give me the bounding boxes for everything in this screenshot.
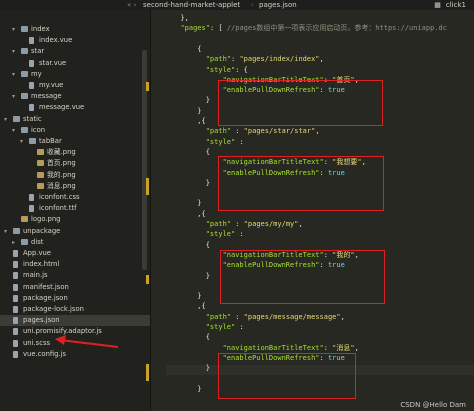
annotation-arrow <box>55 335 119 348</box>
watermark: CSDN @Hello Dam <box>400 401 466 409</box>
